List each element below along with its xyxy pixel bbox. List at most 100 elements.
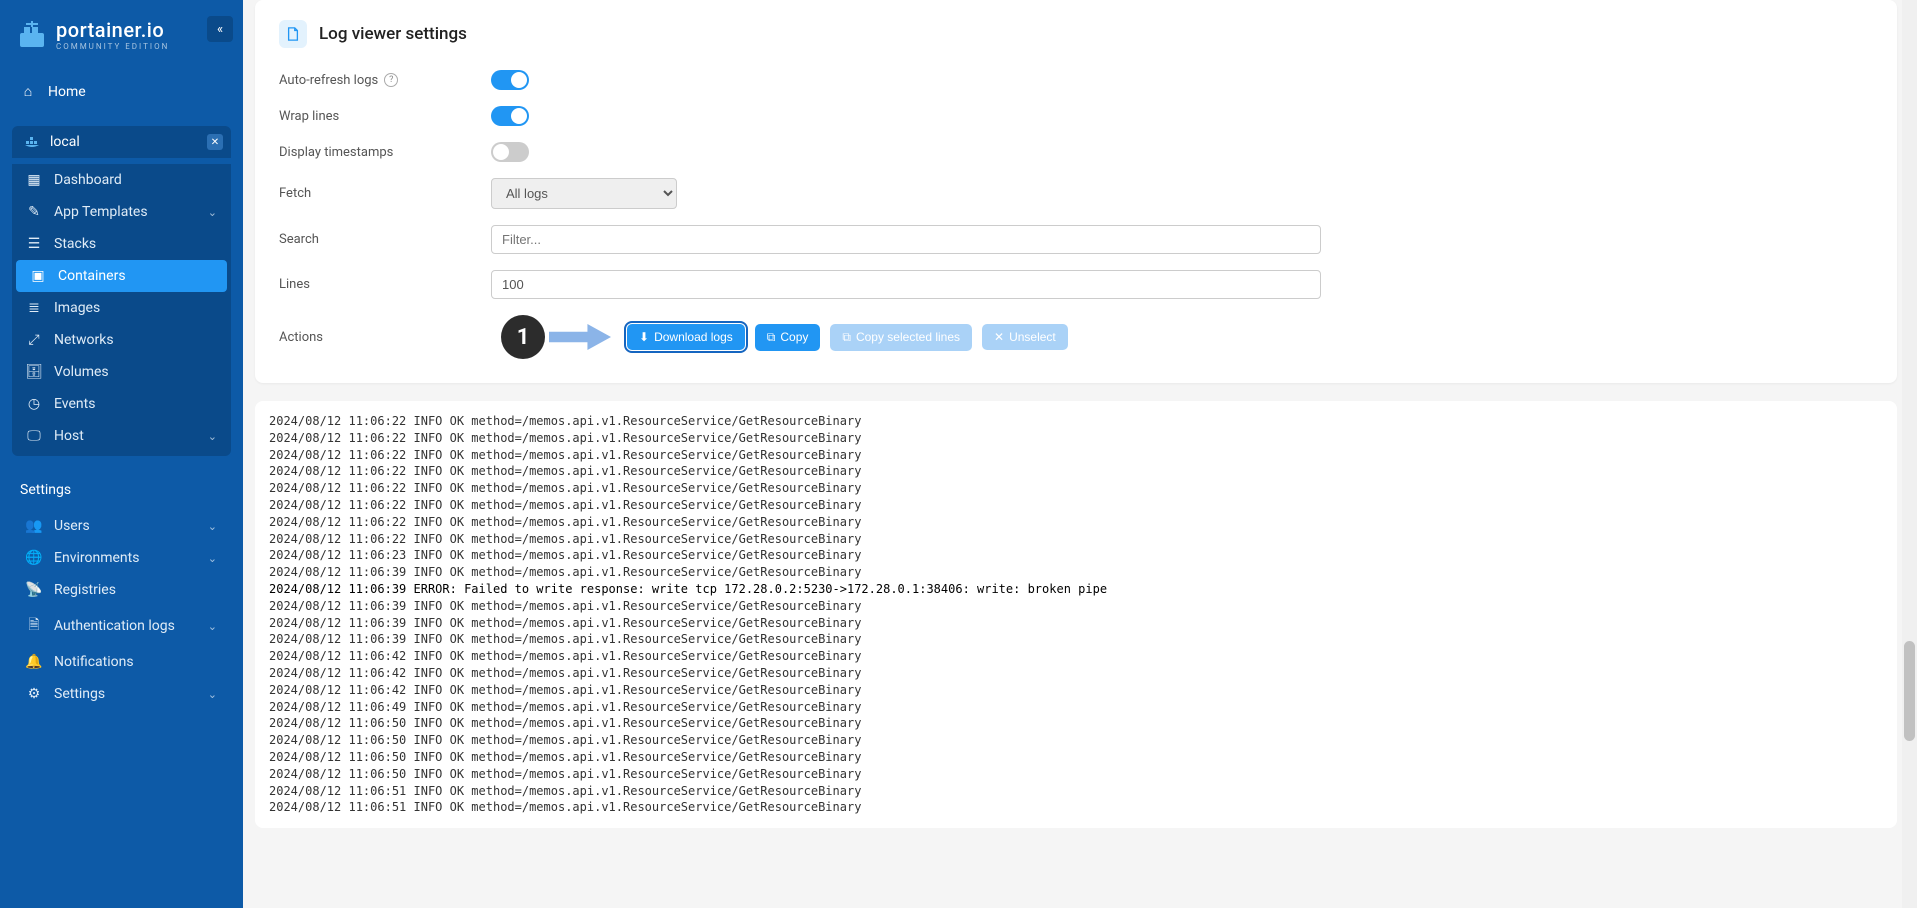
nav-environment-group: ▦ Dashboard ✎ App Templates ⌄ ☰Stacks▣Contain… — [12, 164, 231, 456]
label-lines: Lines — [279, 277, 491, 292]
sidebar-item-settings[interactable]: ⚙Settings⌄ — [12, 678, 231, 710]
sidebar-item-stacks[interactable]: ☰Stacks — [12, 228, 231, 260]
chevron-down-icon: ⌄ — [208, 206, 217, 219]
copy-selected-button: ⧉ Copy selected lines — [830, 324, 972, 351]
log-line: 2024/08/12 11:06:39 INFO OK method=/memo… — [269, 598, 1883, 615]
sidebar-item-label: Events — [54, 396, 95, 412]
sidebar-collapse-button[interactable]: « — [207, 16, 233, 42]
sidebar-item-label: Images — [54, 300, 100, 316]
users-icon: 👥 — [26, 518, 42, 534]
sidebar-item-label: Networks — [54, 332, 114, 348]
toggle-wrap-lines[interactable] — [491, 106, 529, 126]
log-line: 2024/08/12 11:06:22 INFO OK method=/memo… — [269, 430, 1883, 447]
env-label: local — [50, 134, 80, 150]
portainer-logo-icon — [16, 19, 48, 51]
networks-icon: ⤢ — [26, 332, 42, 348]
toggle-timestamps[interactable] — [491, 142, 529, 162]
log-line: 2024/08/12 11:06:22 INFO OK method=/memo… — [269, 514, 1883, 531]
label-auto-refresh: Auto-refresh logs ? — [279, 73, 491, 88]
log-line: 2024/08/12 11:06:51 INFO OK method=/memo… — [269, 783, 1883, 800]
close-icon: ✕ — [994, 330, 1004, 344]
log-line: 2024/08/12 11:06:50 INFO OK method=/memo… — [269, 732, 1883, 749]
authlogs-icon: 🗎 — [26, 614, 42, 638]
containers-icon: ▣ — [30, 268, 46, 284]
close-icon: ✕ — [211, 137, 219, 148]
log-line: 2024/08/12 11:06:22 INFO OK method=/memo… — [269, 413, 1883, 430]
log-line: 2024/08/12 11:06:42 INFO OK method=/memo… — [269, 665, 1883, 682]
log-line: 2024/08/12 11:06:39 ERROR: Failed to wri… — [269, 581, 1883, 598]
download-logs-button[interactable]: ⬇ Download logs — [627, 324, 745, 350]
env-header[interactable]: local ✕ — [12, 126, 231, 158]
log-line: 2024/08/12 11:06:51 INFO OK method=/memo… — [269, 799, 1883, 816]
sidebar-item-label: Authentication logs — [54, 618, 175, 634]
log-line: 2024/08/12 11:06:22 INFO OK method=/memo… — [269, 463, 1883, 480]
nav-settings-group: 👥Users⌄🌐Environments⌄📡Registries🗎Authent… — [12, 510, 231, 710]
sidebar-item-events[interactable]: ◷ Events — [12, 388, 231, 420]
sidebar-item-volumes[interactable]: 🗄Volumes — [12, 356, 231, 388]
callout-number: 1 — [501, 315, 545, 359]
scrollbar-track[interactable] — [1902, 0, 1917, 908]
download-icon: ⬇ — [639, 330, 649, 344]
log-line: 2024/08/12 11:06:42 INFO OK method=/memo… — [269, 682, 1883, 699]
sidebar-item-label: App Templates — [54, 204, 148, 220]
callout-arrow-icon — [549, 324, 611, 350]
sidebar-item-label: Dashboard — [54, 172, 122, 188]
label-fetch: Fetch — [279, 186, 491, 201]
sidebar-item-notifications[interactable]: 🔔Notifications — [12, 646, 231, 678]
sidebar-item-images[interactable]: ≣ Images — [12, 292, 231, 324]
sidebar-item-registries[interactable]: 📡Registries — [12, 574, 231, 606]
label-search: Search — [279, 232, 491, 247]
nav-home[interactable]: ⌂ Home — [0, 75, 243, 108]
log-line: 2024/08/12 11:06:22 INFO OK method=/memo… — [269, 497, 1883, 514]
log-line: 2024/08/12 11:06:50 INFO OK method=/memo… — [269, 766, 1883, 783]
home-icon: ⌂ — [20, 83, 36, 100]
log-line: 2024/08/12 11:06:22 INFO OK method=/memo… — [269, 447, 1883, 464]
label-actions: Actions — [279, 330, 491, 345]
sidebar-item-label: Environments — [54, 550, 139, 566]
sidebar-item-app-templates[interactable]: ✎ App Templates ⌄ — [12, 196, 231, 228]
select-fetch[interactable]: All logs — [491, 178, 677, 209]
host-icon: 🖵 — [26, 428, 42, 444]
sidebar-item-authentication-logs[interactable]: 🗎 Authentication logs ⌄ — [12, 606, 231, 646]
unselect-button: ✕ Unselect — [982, 324, 1068, 350]
settings-section-title: Settings — [0, 474, 243, 506]
chevron-down-icon: ⌄ — [208, 520, 217, 533]
log-line: 2024/08/12 11:06:42 INFO OK method=/memo… — [269, 648, 1883, 665]
sidebar-item-networks[interactable]: ⤢ Networks — [12, 324, 231, 356]
log-line: 2024/08/12 11:06:39 INFO OK method=/memo… — [269, 564, 1883, 581]
sidebar-item-containers[interactable]: ▣Containers — [16, 260, 227, 292]
panel-title: Log viewer settings — [319, 24, 467, 44]
templates-icon: ✎ — [26, 204, 42, 220]
sidebar-item-dashboard[interactable]: ▦ Dashboard — [12, 164, 231, 196]
toggle-auto-refresh[interactable] — [491, 70, 529, 90]
sidebar-item-label: Stacks — [54, 236, 96, 252]
search-input[interactable] — [491, 225, 1321, 254]
settings-icon: ⚙ — [26, 686, 42, 702]
copy-button[interactable]: ⧉ Copy — [755, 324, 821, 351]
main-content: Log viewer settings Auto-refresh logs ? … — [243, 0, 1917, 908]
chevron-down-icon: ⌄ — [208, 620, 217, 633]
log-line: 2024/08/12 11:06:50 INFO OK method=/memo… — [269, 749, 1883, 766]
dashboard-icon: ▦ — [26, 172, 42, 188]
env-close-button[interactable]: ✕ — [207, 134, 223, 150]
help-icon[interactable]: ? — [384, 73, 398, 87]
log-line: 2024/08/12 11:06:39 INFO OK method=/memo… — [269, 615, 1883, 632]
sidebar-item-users[interactable]: 👥Users⌄ — [12, 510, 231, 542]
log-output[interactable]: 2024/08/12 11:06:22 INFO OK method=/memo… — [255, 401, 1897, 828]
file-icon — [279, 20, 307, 48]
images-icon: ≣ — [26, 300, 42, 316]
events-icon: ◷ — [26, 396, 42, 412]
sidebar-item-environments[interactable]: 🌐Environments⌄ — [12, 542, 231, 574]
scrollbar-thumb[interactable] — [1904, 641, 1915, 741]
docker-icon — [24, 134, 40, 150]
sidebar-item-host[interactable]: 🖵Host⌄ — [12, 420, 231, 452]
sidebar-header: portainer.io COMMUNITY EDITION « — [0, 0, 243, 75]
copy-icon: ⧉ — [767, 330, 776, 345]
registries-icon: 📡 — [26, 582, 42, 598]
chevron-left-icon: « — [217, 22, 223, 37]
log-line: 2024/08/12 11:06:22 INFO OK method=/memo… — [269, 480, 1883, 497]
chevron-down-icon: ⌄ — [208, 552, 217, 565]
label-timestamps: Display timestamps — [279, 145, 491, 160]
chevron-down-icon: ⌄ — [208, 688, 217, 701]
lines-input[interactable] — [491, 270, 1321, 299]
